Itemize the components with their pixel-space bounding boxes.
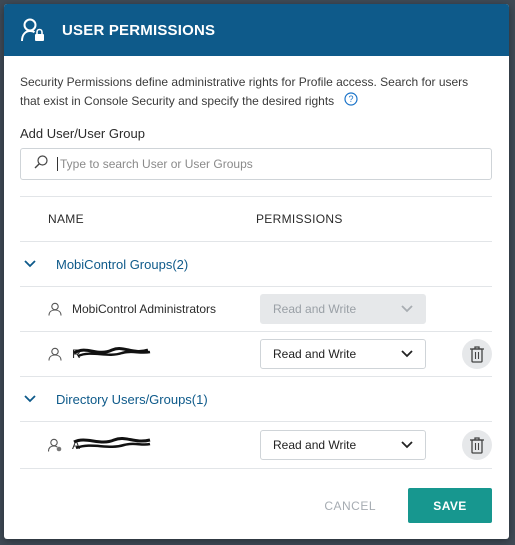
- chevron-down-icon[interactable]: [20, 260, 56, 268]
- delete-button[interactable]: [462, 339, 492, 369]
- search-icon: [33, 154, 49, 175]
- chevron-down-icon: [401, 347, 413, 361]
- help-icon[interactable]: ?: [343, 92, 358, 112]
- table-row: A Read and Write: [20, 422, 492, 469]
- add-user-label: Add User/User Group: [20, 126, 145, 141]
- search-field[interactable]: [20, 148, 492, 180]
- chevron-down-icon: [401, 438, 413, 452]
- description-text: Security Permissions define administrati…: [20, 75, 469, 109]
- trash-icon: [470, 346, 484, 363]
- user-name-redacted: A: [72, 436, 260, 452]
- permission-value: Read and Write: [273, 347, 357, 361]
- column-name: NAME: [48, 212, 84, 226]
- column-permissions: PERMISSIONS: [256, 212, 343, 226]
- user-permissions-dialog: USER PERMISSIONS Security Permissions de…: [4, 4, 509, 539]
- trash-icon: [470, 437, 484, 454]
- svg-text:?: ?: [348, 94, 353, 104]
- group-label: Directory Users/Groups(1): [56, 391, 208, 407]
- permission-select[interactable]: Read and Write: [260, 339, 426, 369]
- cancel-button[interactable]: CANCEL: [324, 499, 376, 513]
- redaction-scribble: [73, 436, 151, 450]
- dialog-header: USER PERMISSIONS: [4, 4, 509, 56]
- directory-user-icon: [48, 438, 64, 452]
- permission-select-disabled: Read and Write: [260, 294, 426, 324]
- group-label: MobiControl Groups(2): [56, 256, 189, 272]
- dialog-title: USER PERMISSIONS: [62, 21, 216, 39]
- chevron-down-icon[interactable]: [20, 395, 56, 403]
- chevron-down-icon: [401, 302, 413, 316]
- permissions-table: NAME PERMISSIONS MobiControl Groups(2) M…: [20, 196, 492, 469]
- search-input[interactable]: [57, 157, 460, 171]
- table-row: MobiControl Administrators Read and Writ…: [20, 287, 492, 332]
- table-row: R Read and Write: [20, 332, 492, 377]
- permission-value: Read and Write: [273, 438, 357, 452]
- save-button[interactable]: SAVE: [408, 488, 492, 523]
- description: Security Permissions define administrati…: [20, 73, 490, 112]
- user-name: MobiControl Administrators: [72, 302, 217, 316]
- group-row-directory[interactable]: Directory Users/Groups(1): [20, 377, 492, 422]
- redaction-scribble: [73, 347, 151, 358]
- dialog-footer: CANCEL SAVE: [324, 488, 492, 523]
- table-header: NAME PERMISSIONS: [20, 196, 492, 242]
- permission-value: Read and Write: [273, 302, 357, 316]
- delete-button[interactable]: [462, 430, 492, 460]
- user-name-redacted: R: [72, 347, 260, 361]
- user-lock-icon: [20, 16, 48, 44]
- user-icon: [48, 347, 64, 361]
- group-row-mobicontrol[interactable]: MobiControl Groups(2): [20, 242, 492, 287]
- permission-select[interactable]: Read and Write: [260, 430, 426, 460]
- user-icon: [48, 302, 64, 316]
